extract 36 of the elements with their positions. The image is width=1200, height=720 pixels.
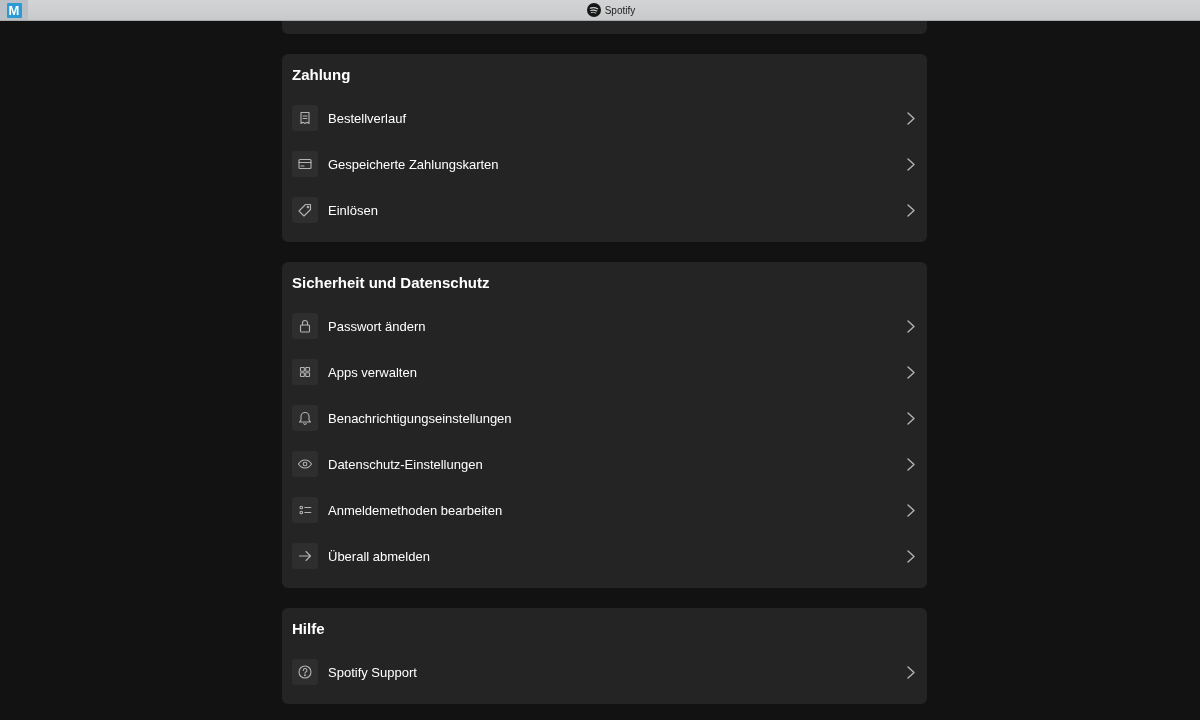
chevron-right-icon	[907, 157, 915, 171]
section-title: Sicherheit und Datenschutz	[292, 274, 490, 291]
app-logo-icon	[586, 3, 601, 17]
menu-item[interactable]: Gespeicherte Zahlungskarten	[282, 141, 927, 187]
menu-item[interactable]: Datenschutz-Einstellungen	[282, 441, 927, 487]
list-icon	[292, 497, 318, 523]
menu-item[interactable]: Einlösen	[282, 187, 927, 233]
receipt-icon	[292, 105, 318, 131]
menu-item[interactable]: Spotify Support	[282, 649, 927, 695]
app-logo: M	[6, 2, 22, 18]
window-title: Spotify	[604, 4, 636, 16]
eye-icon	[292, 451, 318, 477]
chevron-right-icon	[907, 411, 915, 425]
credit-card-icon	[292, 151, 318, 177]
bell-icon	[292, 405, 318, 431]
section-title: Zahlung	[292, 66, 351, 83]
chevron-right-icon	[907, 457, 915, 471]
menu-item[interactable]: Apps verwalten	[282, 349, 927, 395]
arrow-right-icon	[292, 543, 318, 569]
lock-icon	[292, 313, 318, 339]
menu-item[interactable]: Anmeldemethoden bearbeiten	[282, 487, 927, 533]
chevron-right-icon	[907, 665, 915, 679]
menu-item[interactable]: Überall abmelden	[282, 533, 927, 579]
tag-icon	[292, 197, 318, 223]
chevron-right-icon	[907, 111, 915, 125]
chevron-right-icon	[907, 549, 915, 563]
help-icon	[292, 659, 318, 685]
section-title: Hilfe	[292, 620, 325, 637]
chevron-right-icon	[907, 503, 915, 517]
menu-item[interactable]: Bestellverlauf	[282, 95, 927, 141]
chevron-right-icon	[907, 203, 915, 217]
menu-item[interactable]: Passwort ändern	[282, 303, 927, 349]
chevron-right-icon	[907, 319, 915, 333]
menu-item[interactable]: Benachrichtigungseinstellungen	[282, 395, 927, 441]
chevron-right-icon	[907, 365, 915, 379]
grid-icon	[292, 359, 318, 385]
